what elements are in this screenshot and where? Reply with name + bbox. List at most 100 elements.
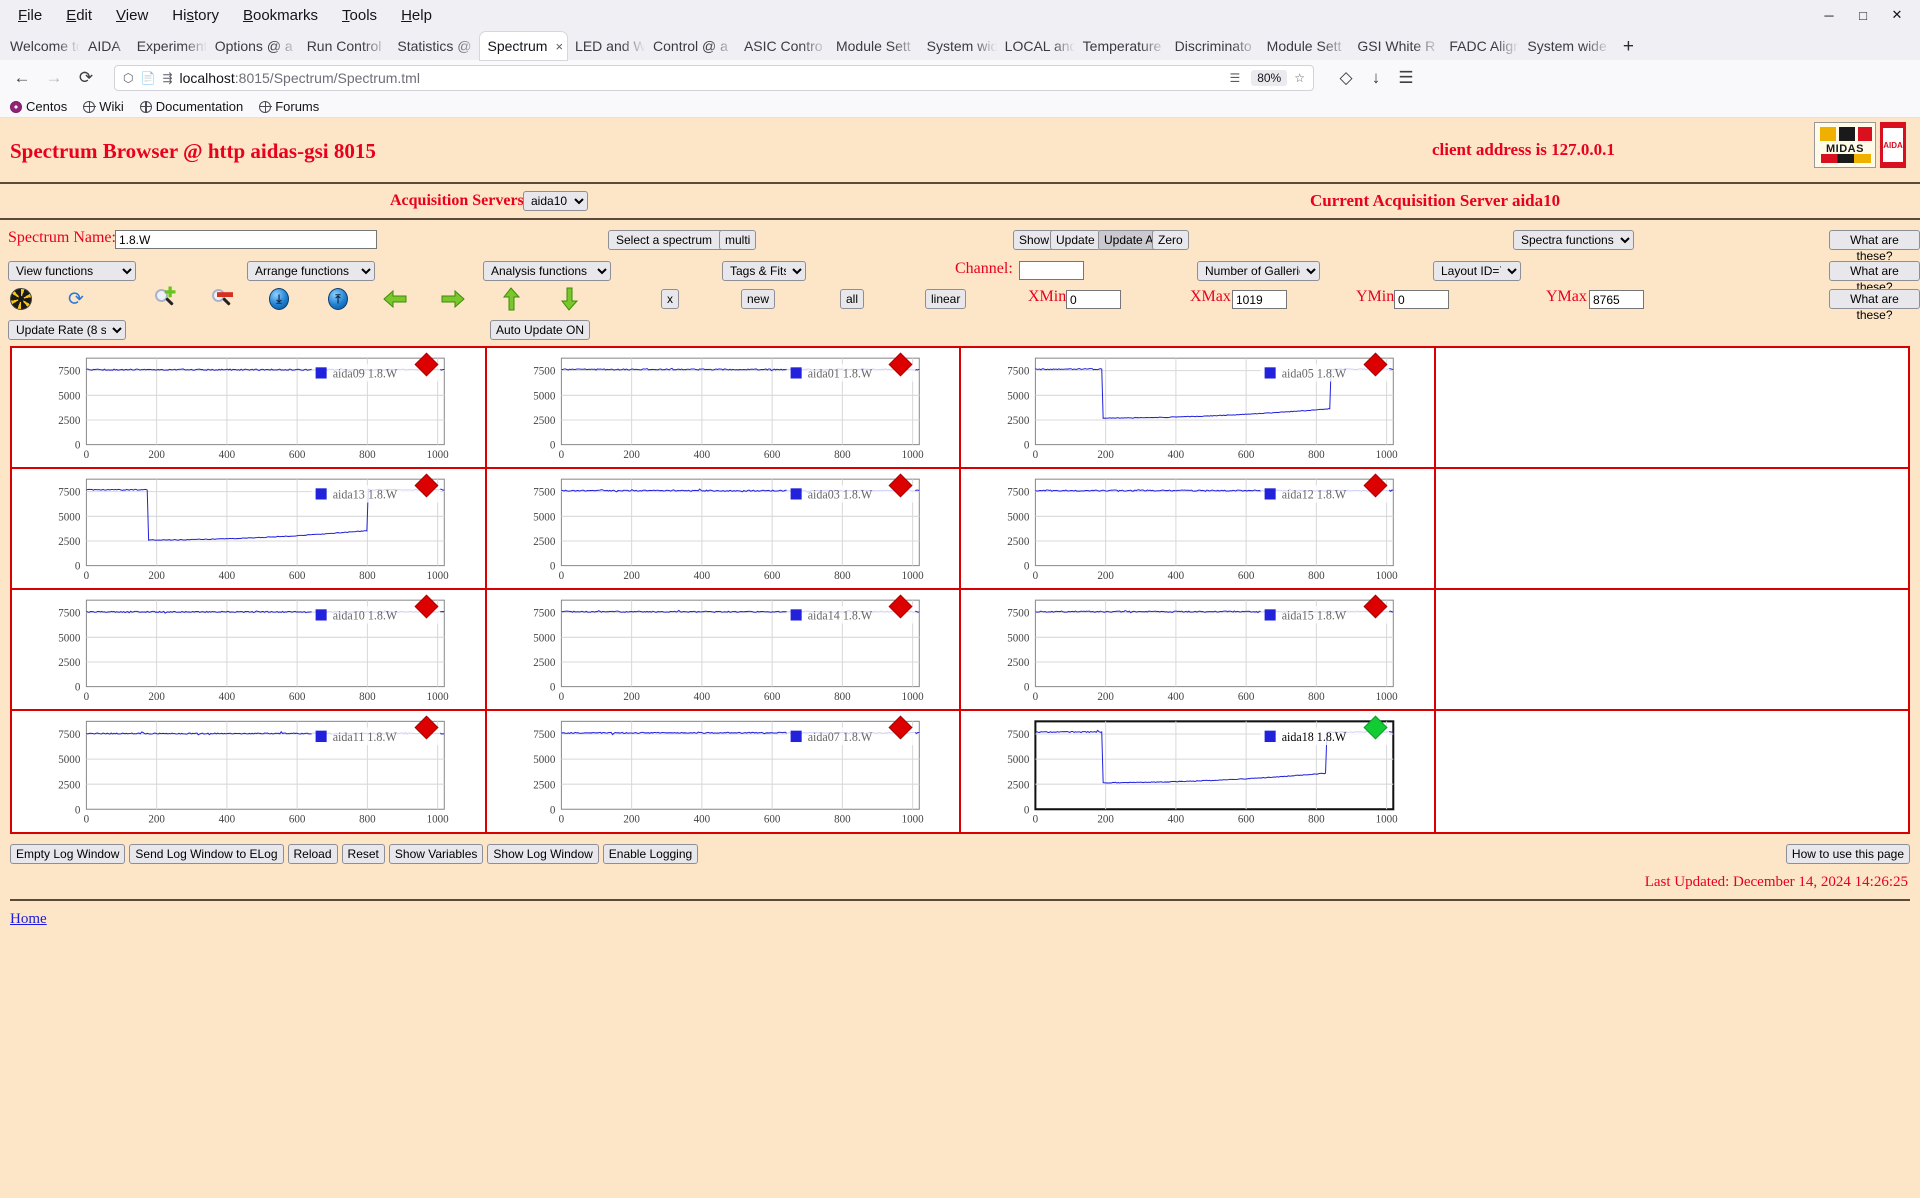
tab-experiment[interactable]: Experiment	[129, 32, 207, 60]
zero-button[interactable]: Zero	[1152, 230, 1189, 250]
home-link[interactable]: Home	[0, 901, 1920, 938]
collapse-up-icon[interactable]: ⤒	[325, 286, 351, 312]
multi-button[interactable]: multi	[719, 230, 757, 250]
tab-welcome-to[interactable]: Welcome to	[2, 32, 80, 60]
pocket-icon[interactable]: ◇	[1332, 64, 1360, 92]
menu-file[interactable]: File	[6, 4, 54, 27]
address-bar[interactable]: ⬡ 📄 ⇶ localhost:8015/Spectrum/Spectrum.t…	[114, 65, 1314, 91]
tab-module-sett[interactable]: Module Sett	[828, 32, 919, 60]
spectrum-chart[interactable]: 0 2500 5000 7500 0 200 400 600 800 1000 aida03 1.8…	[487, 469, 960, 588]
update-button[interactable]: Update	[1050, 230, 1101, 250]
ymax-input[interactable]	[1589, 290, 1644, 309]
tab-module-sett[interactable]: Module Sett	[1259, 32, 1350, 60]
arrow-down-icon[interactable]	[556, 286, 582, 312]
tab-gsi-white-r[interactable]: GSI White R	[1349, 32, 1441, 60]
xmax-input[interactable]	[1232, 290, 1287, 309]
acquisition-server-select[interactable]: aida10	[523, 191, 588, 211]
reader-view-icon[interactable]: ☰	[1229, 71, 1240, 85]
bookmark-centos[interactable]: Centos	[10, 99, 67, 114]
radiation-icon[interactable]	[8, 286, 34, 312]
gallery-cell-aida05[interactable]: 0 2500 5000 7500 0 200 400 600 800 1000 aida05 1.8…	[961, 348, 1436, 467]
spectrum-name-input[interactable]	[115, 230, 377, 249]
maximize-button[interactable]: □	[1846, 2, 1880, 28]
gallery-cell-aida13[interactable]: 0 2500 5000 7500 0 200 400 600 800 1000 aida13 1.8…	[12, 469, 487, 588]
footer-reload[interactable]: Reload	[287, 844, 338, 864]
auto-update-toggle[interactable]: Auto Update ON	[490, 320, 591, 340]
number-of-galleries-dropdown[interactable]: Number of Galleries	[1197, 261, 1320, 281]
spectrum-chart[interactable]: 0 2500 5000 7500 0 200 400 600 800 1000 aida01 1.8…	[487, 348, 960, 467]
footer-reset[interactable]: Reset	[341, 844, 385, 864]
gallery-cell-aida10[interactable]: 0 2500 5000 7500 0 200 400 600 800 1000 aida10 1.8…	[12, 590, 487, 709]
footer-empty-log-window[interactable]: Empty Log Window	[10, 844, 126, 864]
arrow-left-icon[interactable]	[382, 286, 408, 312]
zoom-out-icon[interactable]: ▬	[209, 285, 235, 312]
update-rate-dropdown[interactable]: Update Rate (8 secs)	[8, 320, 126, 340]
tab-options-a[interactable]: Options @ a	[207, 32, 299, 60]
back-icon[interactable]: ←	[8, 64, 36, 92]
channel-input[interactable]	[1019, 261, 1084, 280]
tab-system-wid[interactable]: System wid	[919, 32, 997, 60]
gallery-cell-aida18[interactable]: 0 2500 5000 7500 0 200 400 600 800 1000 aida18 1.8…	[961, 711, 1436, 832]
arrow-right-icon[interactable]	[440, 286, 466, 312]
tab-control-a[interactable]: Control @ a	[645, 32, 736, 60]
linear-button[interactable]: linear	[925, 289, 967, 309]
analysis-functions-dropdown[interactable]: Analysis functions	[483, 261, 611, 281]
footer-send-log-window-to-elog[interactable]: Send Log Window to ELog	[129, 844, 284, 864]
tab-active-spectrum[interactable]: Spectrum ×	[479, 32, 568, 60]
ymin-input[interactable]	[1394, 290, 1449, 309]
minimize-button[interactable]: ─	[1812, 2, 1846, 28]
zoom-level-badge[interactable]: 80%	[1251, 70, 1288, 86]
close-window-button[interactable]: ✕	[1880, 2, 1914, 28]
spectrum-chart[interactable]: 0 2500 5000 7500 0 200 400 600 800 1000 aida09 1.8…	[12, 348, 485, 467]
tab-run-control[interactable]: Run Control	[299, 32, 390, 60]
gallery-cell-aida14[interactable]: 0 2500 5000 7500 0 200 400 600 800 1000 aida14 1.8…	[486, 590, 961, 709]
what-are-these-2[interactable]: What are these?	[1829, 261, 1920, 294]
gallery-cell-aida03[interactable]: 0 2500 5000 7500 0 200 400 600 800 1000 aida03 1.8…	[486, 469, 961, 588]
tab-aida[interactable]: AIDA	[80, 32, 129, 60]
spectrum-chart[interactable]: 0 2500 5000 7500 0 200 400 600 800 1000 aida15 1.8…	[961, 590, 1434, 709]
tags-and-fits-dropdown[interactable]: Tags & Fits	[722, 261, 806, 281]
tab-local-and[interactable]: LOCAL and	[997, 32, 1075, 60]
layout-id-dropdown[interactable]: Layout ID=7	[1433, 261, 1521, 281]
tab-temperature[interactable]: Temperature	[1075, 32, 1167, 60]
menu-edit[interactable]: Edit	[54, 4, 104, 27]
all-button[interactable]: all	[840, 289, 865, 309]
tab-discriminato[interactable]: Discriminato	[1167, 32, 1259, 60]
how-to-use-button[interactable]: How to use this page	[1785, 844, 1910, 864]
bookmark-documentation[interactable]: Documentation	[139, 99, 243, 114]
gallery-cell-aida09[interactable]: 0 2500 5000 7500 0 200 400 600 800 1000 aida09 1.8…	[12, 348, 487, 467]
tab-statistics[interactable]: Statistics @	[389, 32, 479, 60]
refresh-icon[interactable]: ⟳	[63, 286, 89, 312]
spectrum-chart[interactable]: 0 2500 5000 7500 0 200 400 600 800 1000 aida10 1.8…	[12, 590, 485, 709]
menu-help[interactable]: Help	[389, 4, 444, 27]
expand-down-icon[interactable]: ⤓	[266, 286, 292, 312]
tab-close-icon[interactable]: ×	[555, 39, 563, 54]
footer-show-log-window[interactable]: Show Log Window	[487, 844, 599, 864]
bookmark-forums[interactable]: Forums	[259, 99, 319, 114]
forward-icon[interactable]: →	[40, 64, 68, 92]
show-button[interactable]: Show	[1013, 230, 1056, 250]
app-menu-icon[interactable]: ☰	[1392, 64, 1420, 92]
spectrum-chart[interactable]: 0 2500 5000 7500 0 200 400 600 800 1000 aida13 1.8…	[12, 469, 485, 588]
gallery-cell-aida15[interactable]: 0 2500 5000 7500 0 200 400 600 800 1000 aida15 1.8…	[961, 590, 1436, 709]
gallery-cell-aida12[interactable]: 0 2500 5000 7500 0 200 400 600 800 1000 aida12 1.8…	[961, 469, 1436, 588]
arrow-up-icon[interactable]	[498, 286, 524, 312]
gallery-cell-aida11[interactable]: 0 2500 5000 7500 0 200 400 600 800 1000 aida11 1.8…	[12, 711, 487, 832]
spectrum-chart[interactable]: 0 2500 5000 7500 0 200 400 600 800 1000 aida11 1.8…	[12, 711, 485, 832]
tab-asic-contro[interactable]: ASIC Contro	[736, 32, 828, 60]
view-functions-dropdown[interactable]: View functions	[8, 261, 136, 281]
downloads-icon[interactable]: ↓	[1362, 64, 1390, 92]
spectrum-chart[interactable]: 0 2500 5000 7500 0 200 400 600 800 1000 aida07 1.8…	[487, 711, 960, 832]
menu-bookmarks[interactable]: Bookmarks	[231, 4, 330, 27]
spectrum-chart[interactable]: 0 2500 5000 7500 0 200 400 600 800 1000 aida12 1.8…	[961, 469, 1434, 588]
gallery-cell-aida07[interactable]: 0 2500 5000 7500 0 200 400 600 800 1000 aida07 1.8…	[486, 711, 961, 832]
xmin-input[interactable]	[1066, 290, 1121, 309]
footer-show-variables[interactable]: Show Variables	[388, 844, 484, 864]
reload-icon[interactable]: ⟳	[72, 64, 100, 92]
what-are-these-3[interactable]: What are these?	[1829, 289, 1920, 322]
tab-fadc-align[interactable]: FADC Align	[1441, 32, 1519, 60]
tab-system-wide[interactable]: System wide	[1519, 32, 1611, 60]
new-button[interactable]: new	[741, 289, 776, 309]
tab-led-and-wa[interactable]: LED and Wa	[567, 32, 645, 60]
x-button[interactable]: x	[661, 289, 679, 309]
